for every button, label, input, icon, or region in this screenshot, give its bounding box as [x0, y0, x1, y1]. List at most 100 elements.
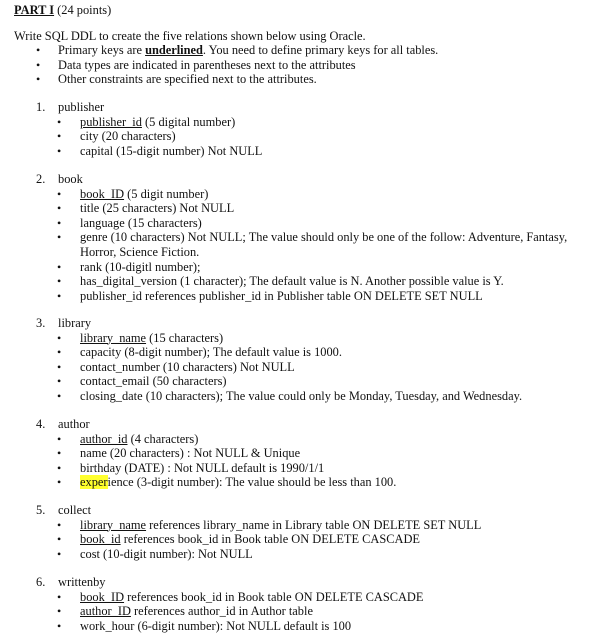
bullet-icon: • — [57, 274, 62, 289]
attribute-item: • contact_email (50 characters) — [0, 374, 612, 389]
attribute-description: rank (10-digitl number); — [80, 259, 201, 274]
intro-bullet-list: • Primary keys are underlined. You need … — [30, 43, 438, 87]
attribute-list: • book_ID (5 digit number) • title (25 char… — [0, 187, 612, 304]
intro-bullet-text: Primary keys are — [58, 43, 146, 57]
attribute-item: • city (20 characters) — [0, 129, 612, 144]
attribute-description: references book_id in Book table ON DELE… — [124, 589, 424, 604]
bullet-icon: • — [57, 374, 62, 389]
bullet-icon: • — [57, 475, 62, 490]
attribute-item: • author_ID references author_id in Autho… — [0, 604, 612, 619]
attribute-item: • book_id references book_id in Book tabl… — [0, 532, 612, 547]
bullet-icon: • — [57, 517, 62, 532]
relation-number: 1. — [36, 100, 46, 114]
attribute-description: (5 digital number) — [141, 114, 236, 129]
relation-library: 3. library • library_name (15 characters) • c… — [0, 316, 612, 404]
relation-heading: 1. publisher — [0, 100, 612, 115]
attribute-item: • has_digital_version (1 character); The … — [0, 274, 612, 289]
intro-bullet: • Other constraints are specified next t… — [30, 72, 438, 87]
bullet-icon: • — [57, 460, 62, 475]
attribute-description: work_hour (6-digit number): Not NULL def… — [80, 618, 352, 633]
attribute-description: closing_date (10 characters); The value … — [80, 388, 523, 403]
attribute-description: city (20 characters) — [80, 129, 176, 144]
relation-publisher: 1. publisher • publisher_id (5 digital numb… — [0, 100, 612, 158]
attribute-item: • rank (10-digitl number); — [0, 260, 612, 275]
bullet-icon: • — [57, 186, 62, 201]
attribute-list: • author_id (4 characters) • name (20 chara… — [0, 432, 612, 490]
primary-key: author_id — [80, 431, 128, 446]
relation-number: 4. — [36, 417, 46, 431]
relation-author: 4. author • author_id (4 characters) • name (… — [0, 417, 612, 490]
relation-number: 3. — [36, 316, 46, 330]
relation-name: author — [58, 417, 90, 431]
bullet-icon: • — [57, 259, 62, 274]
part-points: (24 points) — [54, 3, 112, 17]
relation-book: 2. book • book_ID (5 digit number) • title (2… — [0, 172, 612, 303]
intro-bullet-text-end: . You need to define primary keys for al… — [202, 43, 439, 57]
primary-key: author_ID — [80, 604, 131, 619]
attribute-list: • library_name references library_name in… — [0, 518, 612, 562]
intro-bullet: • Data types are indicated in parenthese… — [30, 58, 438, 73]
bullet-icon: • — [57, 345, 62, 360]
relation-writtenby: 6. writtenby • book_ID references book_id i… — [0, 575, 612, 633]
attribute-description: references library_name in Library table… — [146, 517, 482, 532]
bullet-icon: • — [57, 230, 62, 245]
intro-text: Write SQL DDL to create the five relatio… — [14, 29, 366, 43]
attribute-item: • book_ID (5 digit number) — [0, 187, 612, 202]
attribute-description: capital (15-digit number) Not NULL — [80, 143, 263, 158]
relation-heading: 3. library — [0, 316, 612, 331]
primary-key: book_ID — [80, 589, 125, 604]
attribute-item: • name (20 characters) : Not NULL & Uniqu… — [0, 446, 612, 461]
attribute-description: has_digital_version (1 character); The d… — [80, 274, 504, 289]
bullet-icon: • — [57, 446, 62, 461]
attribute-item: • language (15 characters) — [0, 216, 612, 231]
bullet-icon: • — [57, 546, 62, 561]
relation-name: publisher — [58, 100, 105, 114]
attribute-item: • publisher_id (5 digital number) — [0, 115, 612, 130]
attribute-item: • experience (3-digit number): The value … — [0, 475, 612, 490]
bullet-icon: • — [57, 129, 62, 144]
relation-number: 6. — [36, 575, 46, 589]
relation-name: book — [58, 172, 83, 186]
attribute-description: birthday (DATE) : Not NULL default is 19… — [80, 460, 325, 475]
attribute-description: references author_id in Author table — [130, 604, 313, 619]
primary-key: library_name — [80, 517, 147, 532]
attribute-item: • contact_number (10 characters) Not NULL — [0, 360, 612, 375]
primary-key: book_id — [80, 532, 121, 547]
relation-heading: 6. writtenby — [0, 575, 612, 590]
attribute-item: • cost (10-digit number): Not NULL — [0, 547, 612, 562]
part-title: PART I (24 points) — [14, 3, 111, 18]
attribute-item: • birthday (DATE) : Not NULL default is 1… — [0, 461, 612, 476]
bullet-icon: • — [57, 431, 62, 446]
attribute-description: (5 digit number) — [124, 186, 209, 201]
attribute-description: title (25 characters) Not NULL — [80, 201, 235, 216]
bullet-icon: • — [57, 215, 62, 230]
highlighted-text: exper — [80, 475, 108, 490]
intro-bullet-text: Data types are indicated in parentheses … — [58, 57, 356, 72]
attribute-item: • work_hour (6-digit number): Not NULL de… — [0, 619, 612, 634]
attribute-item: • publisher_id references publisher_id in… — [0, 289, 612, 304]
attribute-list: • library_name (15 characters) • capacity (… — [0, 331, 612, 404]
relation-heading: 2. book — [0, 172, 612, 187]
primary-key: publisher_id — [80, 114, 142, 129]
relation-collect: 5. collect • library_name references librar… — [0, 503, 612, 561]
relation-heading: 5. collect — [0, 503, 612, 518]
relation-heading: 4. author — [0, 417, 612, 432]
bullet-icon: • — [57, 589, 62, 604]
attribute-item: • book_ID references book_id in Book tabl… — [0, 590, 612, 605]
attribute-list: • book_ID references book_id in Book tabl… — [0, 590, 612, 634]
bullet-icon: • — [57, 388, 62, 403]
bullet-icon: • — [57, 330, 62, 345]
attribute-description: cost (10-digit number): Not NULL — [80, 546, 253, 561]
attribute-description: name (20 characters) : Not NULL & Unique — [80, 446, 301, 461]
attribute-description: genre (10 characters) Not NULL; The valu… — [80, 230, 568, 259]
intro-bullet: • Primary keys are underlined. You need … — [30, 43, 438, 58]
attribute-list: • publisher_id (5 digital number) • city (2… — [0, 115, 612, 159]
attribute-description: capacity (8-digit number); The default v… — [80, 345, 342, 360]
attribute-item: • title (25 characters) Not NULL — [0, 201, 612, 216]
bullet-icon: • — [57, 114, 62, 129]
attribute-description: contact_number (10 characters) Not NULL — [80, 359, 295, 374]
attribute-description: contact_email (50 characters) — [80, 374, 227, 389]
bullet-icon: • — [57, 359, 62, 374]
relation-number: 2. — [36, 172, 46, 186]
relation-name: library — [58, 316, 92, 330]
